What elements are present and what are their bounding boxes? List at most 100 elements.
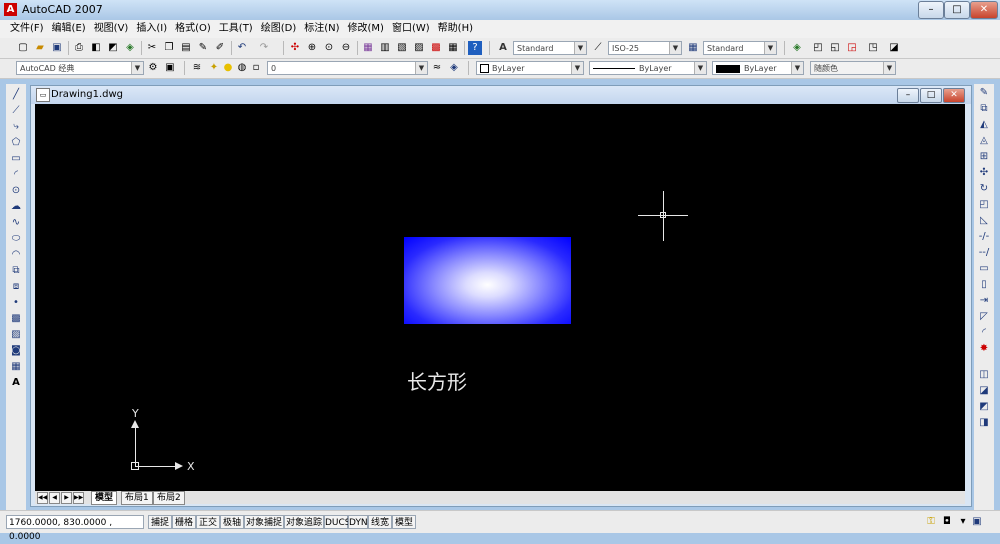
new-file-icon[interactable]: ▢ <box>16 41 30 55</box>
model-toggle[interactable]: 模型 <box>392 515 416 529</box>
offset-icon[interactable]: ◬ <box>977 134 991 148</box>
text-style-select[interactable]: Standard ▼ <box>513 41 587 55</box>
undo-icon[interactable]: ↶ <box>235 41 249 55</box>
block-editor-icon[interactable]: ✐ <box>213 41 227 55</box>
draw-order-above-icon[interactable]: ◩ <box>977 400 991 414</box>
multiline-text-icon[interactable]: A <box>9 376 23 390</box>
clean-screen-icon[interactable]: ▣ <box>970 515 984 529</box>
next-tab-button[interactable]: ▶ <box>61 492 72 504</box>
region-icon[interactable]: ◙ <box>9 344 23 358</box>
spline-icon[interactable]: ∿ <box>9 216 23 230</box>
layer-color-icon[interactable]: ▫ <box>249 61 263 75</box>
gradient-rectangle[interactable] <box>404 237 571 324</box>
markup-icon[interactable]: ▩ <box>429 41 443 55</box>
dim-style-select[interactable]: ISO-25 ▼ <box>608 41 682 55</box>
layer-select[interactable]: 0 ▼ <box>267 61 428 75</box>
help-icon[interactable]: ? <box>468 41 482 55</box>
grid-toggle[interactable]: 栅格 <box>172 515 196 529</box>
explode-icon[interactable]: ✸ <box>977 342 991 356</box>
workspace-select[interactable]: AutoCAD 经典 ▼ <box>16 61 144 75</box>
drawing-minimize-button[interactable]: – <box>897 88 919 103</box>
polyline-icon[interactable]: ⤷ <box>9 120 23 134</box>
tab-model[interactable]: 模型 <box>91 491 118 505</box>
insert-block-icon[interactable]: ⧉ <box>9 264 23 278</box>
layer-lock-icon[interactable]: ◍ <box>235 61 249 75</box>
external-ref-icon[interactable]: ◪ <box>887 41 901 55</box>
ortho-toggle[interactable]: 正交 <box>196 515 220 529</box>
autocad-logo-icon[interactable]: A <box>4 3 17 16</box>
etransmit-icon[interactable]: ◈ <box>123 41 137 55</box>
line-icon[interactable]: ╱ <box>9 88 23 102</box>
menu-view[interactable]: 视图(V) <box>90 20 133 38</box>
drawing-maximize-button[interactable]: □ <box>920 88 942 103</box>
drawing-file-icon[interactable]: ▭ <box>36 88 50 102</box>
paste-icon[interactable]: ▤ <box>179 41 193 55</box>
open-file-icon[interactable]: ▰ <box>33 41 47 55</box>
make-block-icon[interactable]: ⧈ <box>9 280 23 294</box>
layer-previous-icon[interactable]: ◈ <box>790 41 804 55</box>
revision-cloud-icon[interactable]: ☁ <box>9 200 23 214</box>
extend-icon[interactable]: --/ <box>977 246 991 260</box>
menu-window[interactable]: 窗口(W) <box>388 20 434 38</box>
chamfer-icon[interactable]: ◸ <box>977 310 991 324</box>
layer-on-icon[interactable]: ✦ <box>207 61 221 75</box>
draw-order-under-icon[interactable]: ◨ <box>977 416 991 430</box>
polar-toggle[interactable]: 极轴 <box>220 515 244 529</box>
gradient-icon[interactable]: ▨ <box>9 328 23 342</box>
insert-block-icon[interactable]: ◳ <box>866 41 880 55</box>
match-properties-icon[interactable]: ✎ <box>196 41 210 55</box>
menu-insert[interactable]: 插入(I) <box>132 20 171 38</box>
properties-icon[interactable]: ▦ <box>361 41 375 55</box>
menu-format[interactable]: 格式(O) <box>171 20 215 38</box>
join-icon[interactable]: ⇥ <box>977 294 991 308</box>
tab-layout2[interactable]: 布局2 <box>153 491 185 505</box>
tool-palettes-icon[interactable]: ▧ <box>395 41 409 55</box>
prev-tab-button[interactable]: ◀ <box>49 492 60 504</box>
print-preview-icon[interactable]: ◧ <box>89 41 103 55</box>
point-icon[interactable]: • <box>9 296 23 310</box>
design-center-icon[interactable]: ▥ <box>378 41 392 55</box>
layout-wizard-icon[interactable]: ◲ <box>845 41 859 55</box>
zoom-previous-icon[interactable]: ⊖ <box>339 41 353 55</box>
rectangle-icon[interactable]: ▭ <box>9 152 23 166</box>
layout-icon[interactable]: ◰ <box>811 41 825 55</box>
quickcalc-icon[interactable]: ▦ <box>446 41 460 55</box>
table-style-select[interactable]: Standard ▼ <box>703 41 777 55</box>
menu-tools[interactable]: 工具(T) <box>215 20 257 38</box>
polygon-icon[interactable]: ⬠ <box>9 136 23 150</box>
erase-icon[interactable]: ✎ <box>977 86 991 100</box>
array-icon[interactable]: ⊞ <box>977 150 991 164</box>
lineweight-toggle[interactable]: 线宽 <box>368 515 392 529</box>
menu-modify[interactable]: 修改(M) <box>344 20 388 38</box>
workspace-settings-icon[interactable]: ⚙ <box>146 61 160 75</box>
rotate-icon[interactable]: ↻ <box>977 182 991 196</box>
layer-thaw-icon[interactable]: ● <box>221 61 235 75</box>
tab-layout1[interactable]: 布局1 <box>121 491 153 505</box>
layer-previous-icon[interactable]: ◈ <box>447 61 461 75</box>
close-button[interactable]: ✕ <box>970 1 998 19</box>
zoom-window-icon[interactable]: ⊙ <box>322 41 336 55</box>
arc-icon[interactable]: ◜ <box>9 168 23 182</box>
model-space-canvas[interactable]: 长方形 Y X <box>35 104 965 491</box>
color-select[interactable]: ByLayer ▼ <box>476 61 584 75</box>
hatch-icon[interactable]: ▩ <box>9 312 23 326</box>
last-tab-button[interactable]: ▶▶ <box>73 492 84 504</box>
draw-order-front-icon[interactable]: ◫ <box>977 368 991 382</box>
linetype-select[interactable]: ByLayer ▼ <box>589 61 707 75</box>
menu-file[interactable]: 文件(F) <box>6 20 48 38</box>
mirror-icon[interactable]: ◭ <box>977 118 991 132</box>
fillet-icon[interactable]: ◜ <box>977 326 991 340</box>
coordinate-readout[interactable]: 1760.0000, 830.0000 , 0.0000 <box>6 515 144 542</box>
viewport-icon[interactable]: ◱ <box>828 41 842 55</box>
tray-menu-icon[interactable]: ▾ <box>956 515 970 529</box>
draw-order-back-icon[interactable]: ◪ <box>977 384 991 398</box>
circle-icon[interactable]: ⊙ <box>9 184 23 198</box>
publish-icon[interactable]: ◩ <box>106 41 120 55</box>
object-snap-toggle[interactable]: 对象捕捉 <box>244 515 284 529</box>
sheet-set-icon[interactable]: ▨ <box>412 41 426 55</box>
make-current-layer-icon[interactable]: ≈ <box>430 61 444 75</box>
save-workspace-icon[interactable]: ▣ <box>163 61 177 75</box>
menu-dimension[interactable]: 标注(N) <box>300 20 343 38</box>
text-style-icon[interactable]: A <box>496 41 510 55</box>
menu-help[interactable]: 帮助(H) <box>434 20 477 38</box>
